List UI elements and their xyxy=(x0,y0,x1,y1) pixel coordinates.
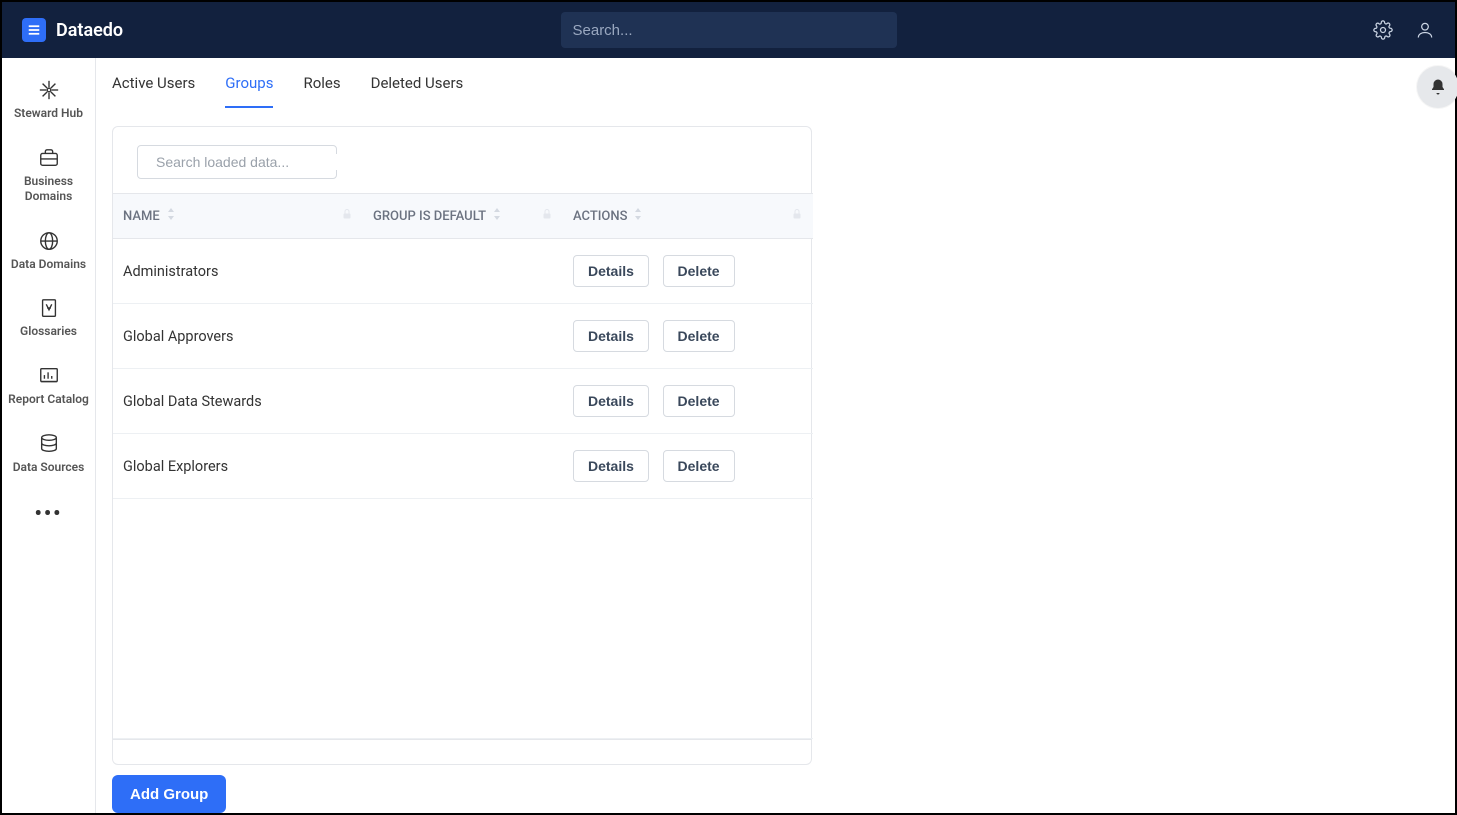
tab-bar: Active Users Groups Roles Deleted Users xyxy=(96,58,1455,108)
hub-icon xyxy=(37,78,61,102)
panel-search-input[interactable] xyxy=(156,154,337,170)
database-icon xyxy=(37,432,61,456)
briefcase-icon xyxy=(37,146,61,170)
cell-name: Global Data Stewards xyxy=(113,369,363,434)
table-row: Administrators Details Delete xyxy=(113,239,813,304)
sort-icon xyxy=(492,208,502,224)
sidebar-item-steward-hub[interactable]: Steward Hub xyxy=(2,70,95,130)
delete-button[interactable]: Delete xyxy=(663,450,735,482)
sidebar-item-label: Glossaries xyxy=(20,324,77,340)
details-button[interactable]: Details xyxy=(573,450,649,482)
lock-icon xyxy=(341,208,353,224)
sidebar-more-icon[interactable]: ••• xyxy=(35,491,63,535)
global-search[interactable] xyxy=(561,12,897,48)
cell-actions: Details Delete xyxy=(563,239,813,304)
cell-actions: Details Delete xyxy=(563,304,813,369)
notifications-button[interactable] xyxy=(1417,66,1457,108)
table-filler xyxy=(113,499,813,739)
cell-group-default xyxy=(363,434,563,499)
main-content: Active Users Groups Roles Deleted Users xyxy=(96,58,1455,813)
tab-roles[interactable]: Roles xyxy=(303,74,340,108)
column-header-name[interactable]: NAME xyxy=(113,194,363,239)
brand-name: Dataedo xyxy=(56,20,123,41)
settings-icon[interactable] xyxy=(1373,20,1393,40)
groups-table: NAME G xyxy=(113,193,813,739)
delete-button[interactable]: Delete xyxy=(663,320,735,352)
sort-icon xyxy=(166,208,176,224)
globe-icon xyxy=(37,229,61,253)
brand-logo-icon xyxy=(22,18,46,42)
sidebar-item-label: Business Domains xyxy=(6,174,91,205)
panel-footer xyxy=(113,739,811,764)
glossary-icon xyxy=(37,296,61,320)
sidebar-item-label: Data Sources xyxy=(13,460,85,476)
delete-button[interactable]: Delete xyxy=(663,385,735,417)
global-search-input[interactable] xyxy=(561,12,897,48)
sidebar-item-report-catalog[interactable]: Report Catalog xyxy=(2,356,95,416)
column-header-actions[interactable]: ACTIONS xyxy=(563,194,813,239)
sidebar-item-data-sources[interactable]: Data Sources xyxy=(2,424,95,484)
panel-search[interactable] xyxy=(137,145,337,179)
sidebar-item-label: Report Catalog xyxy=(8,392,89,408)
bell-icon xyxy=(1429,78,1447,96)
column-header-group-default[interactable]: GROUP IS DEFAULT xyxy=(363,194,563,239)
cell-group-default xyxy=(363,304,563,369)
add-group-button[interactable]: Add Group xyxy=(112,775,226,813)
tab-groups[interactable]: Groups xyxy=(225,74,273,108)
sidebar-item-label: Steward Hub xyxy=(14,106,83,122)
details-button[interactable]: Details xyxy=(573,320,649,352)
cell-actions: Details Delete xyxy=(563,434,813,499)
sort-icon xyxy=(633,208,643,224)
cell-group-default xyxy=(363,369,563,434)
sidebar: Steward Hub Business Domains Data Domain… xyxy=(2,58,96,813)
report-icon xyxy=(37,364,61,388)
table-row: Global Approvers Details Delete xyxy=(113,304,813,369)
user-icon[interactable] xyxy=(1415,20,1435,40)
details-button[interactable]: Details xyxy=(573,385,649,417)
tab-deleted-users[interactable]: Deleted Users xyxy=(371,74,464,108)
sidebar-item-glossaries[interactable]: Glossaries xyxy=(2,288,95,348)
groups-panel: NAME G xyxy=(112,126,812,765)
brand-logo[interactable]: Dataedo xyxy=(22,18,123,42)
sidebar-item-label: Data Domains xyxy=(11,257,86,273)
table-row: Global Explorers Details Delete xyxy=(113,434,813,499)
delete-button[interactable]: Delete xyxy=(663,255,735,287)
app-header: Dataedo xyxy=(2,2,1455,58)
sidebar-item-business-domains[interactable]: Business Domains xyxy=(2,138,95,213)
cell-name: Administrators xyxy=(113,239,363,304)
details-button[interactable]: Details xyxy=(573,255,649,287)
table-row: Global Data Stewards Details Delete xyxy=(113,369,813,434)
cell-group-default xyxy=(363,239,563,304)
lock-icon xyxy=(541,208,553,224)
cell-name: Global Approvers xyxy=(113,304,363,369)
sidebar-item-data-domains[interactable]: Data Domains xyxy=(2,221,95,281)
cell-name: Global Explorers xyxy=(113,434,363,499)
cell-actions: Details Delete xyxy=(563,369,813,434)
lock-icon xyxy=(791,208,803,224)
tab-active-users[interactable]: Active Users xyxy=(112,74,195,108)
